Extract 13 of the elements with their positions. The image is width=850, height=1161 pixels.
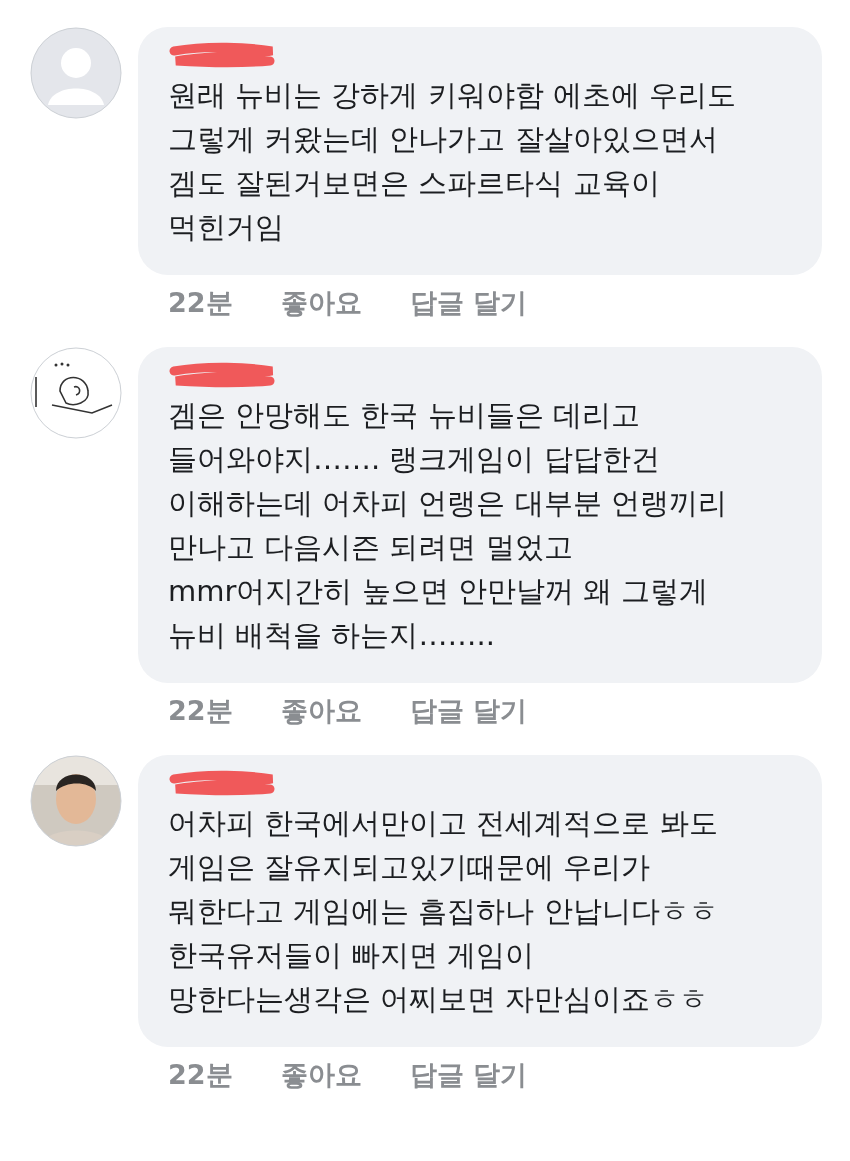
timestamp: 22분 <box>168 694 233 728</box>
avatar[interactable] <box>30 347 122 439</box>
reply-link[interactable]: 답글 달기 <box>409 283 527 323</box>
comment-text: 어차피 한국에서만이고 전세계적으로 봐도 게임은 잘유지되고있기때문에 우리가 뭐한다고 게임에는 흠집하나 안납니다ㅎㅎ 한국유저들이 빠지면 게임이 망한다는생각은 어찌보면 자만심이죠ㅎㅎ <box>168 805 719 1018</box>
reply-link[interactable]: 답글 달기 <box>409 1055 527 1095</box>
like-link[interactable]: 좋아요 <box>280 691 362 731</box>
like-link[interactable]: 좋아요 <box>280 283 362 323</box>
timestamp: 22분 <box>168 1058 233 1092</box>
like-link[interactable]: 좋아요 <box>280 1055 362 1095</box>
comment-text: 겜은 안망해도 한국 뉴비들은 데리고 들어와야지……. 랭크게임이 답답한건 이해하는데 어차피 언랭은 대부분 언랭끼리 만나고 다음시즌 되려면 멀었고 mmr어지간히 높으면 안만날꺼 왜 그렇게 뉴비 배척을 하는지…….. <box>168 397 728 654</box>
timestamp: 22분 <box>168 286 233 320</box>
comment-text: 원래 뉴비는 강하게 키워야함 에초에 우리도 그렇게 커왔는데 안나가고 잘살아있으면서 겜도 잘된거보면은 스파르타식 교육이 먹힌거임 <box>168 77 738 246</box>
reply-link[interactable]: 답글 달기 <box>409 691 527 731</box>
